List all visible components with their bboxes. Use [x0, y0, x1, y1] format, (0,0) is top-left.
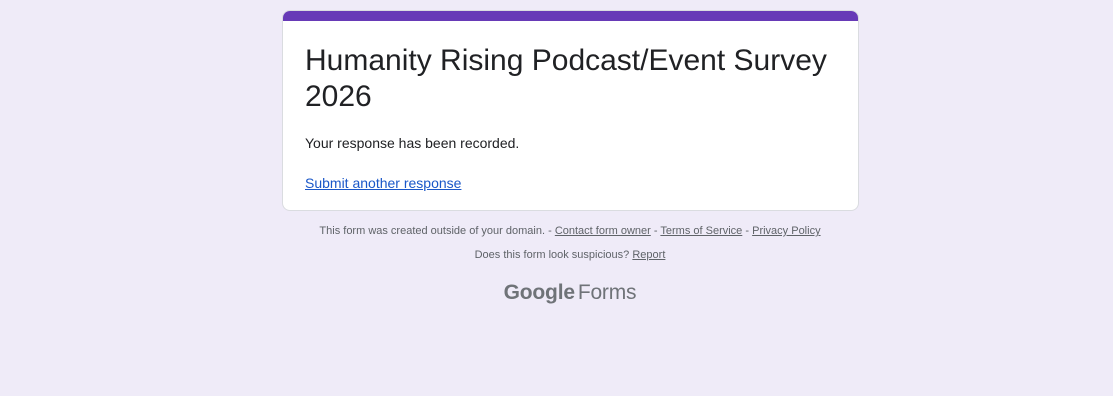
- form-card: Humanity Rising Podcast/Event Survey 202…: [282, 10, 859, 211]
- terms-of-service-link[interactable]: Terms of Service: [660, 225, 742, 237]
- domain-notice: This form was created outside of your do…: [319, 225, 552, 237]
- footer-suspicious-line: Does this form look suspicious? Report: [0, 246, 1113, 264]
- footer-separator: -: [745, 225, 750, 237]
- form-title: Humanity Rising Podcast/Event Survey 202…: [305, 44, 827, 113]
- contact-form-owner-link[interactable]: Contact form owner: [555, 225, 651, 237]
- footer: This form was created outside of your do…: [0, 222, 1113, 270]
- footer-legal-line: This form was created outside of your do…: [0, 222, 1113, 240]
- google-wordmark: Google: [503, 281, 575, 304]
- suspicious-question: Does this form look suspicious?: [474, 249, 630, 261]
- confirmation-message: Your response has been recorded.: [305, 135, 520, 151]
- forms-wordmark: Forms: [577, 281, 637, 304]
- card-body: Humanity Rising Podcast/Event Survey 202…: [305, 43, 834, 193]
- privacy-policy-link[interactable]: Privacy Policy: [752, 225, 820, 237]
- footer-separator: -: [653, 225, 658, 237]
- google-forms-logo[interactable]: Google Forms: [0, 280, 1113, 306]
- report-link[interactable]: Report: [632, 249, 665, 261]
- card-accent-bar: [283, 11, 858, 21]
- submit-another-response-link[interactable]: Submit another response: [305, 173, 461, 193]
- page: Humanity Rising Podcast/Event Survey 202…: [0, 0, 1113, 396]
